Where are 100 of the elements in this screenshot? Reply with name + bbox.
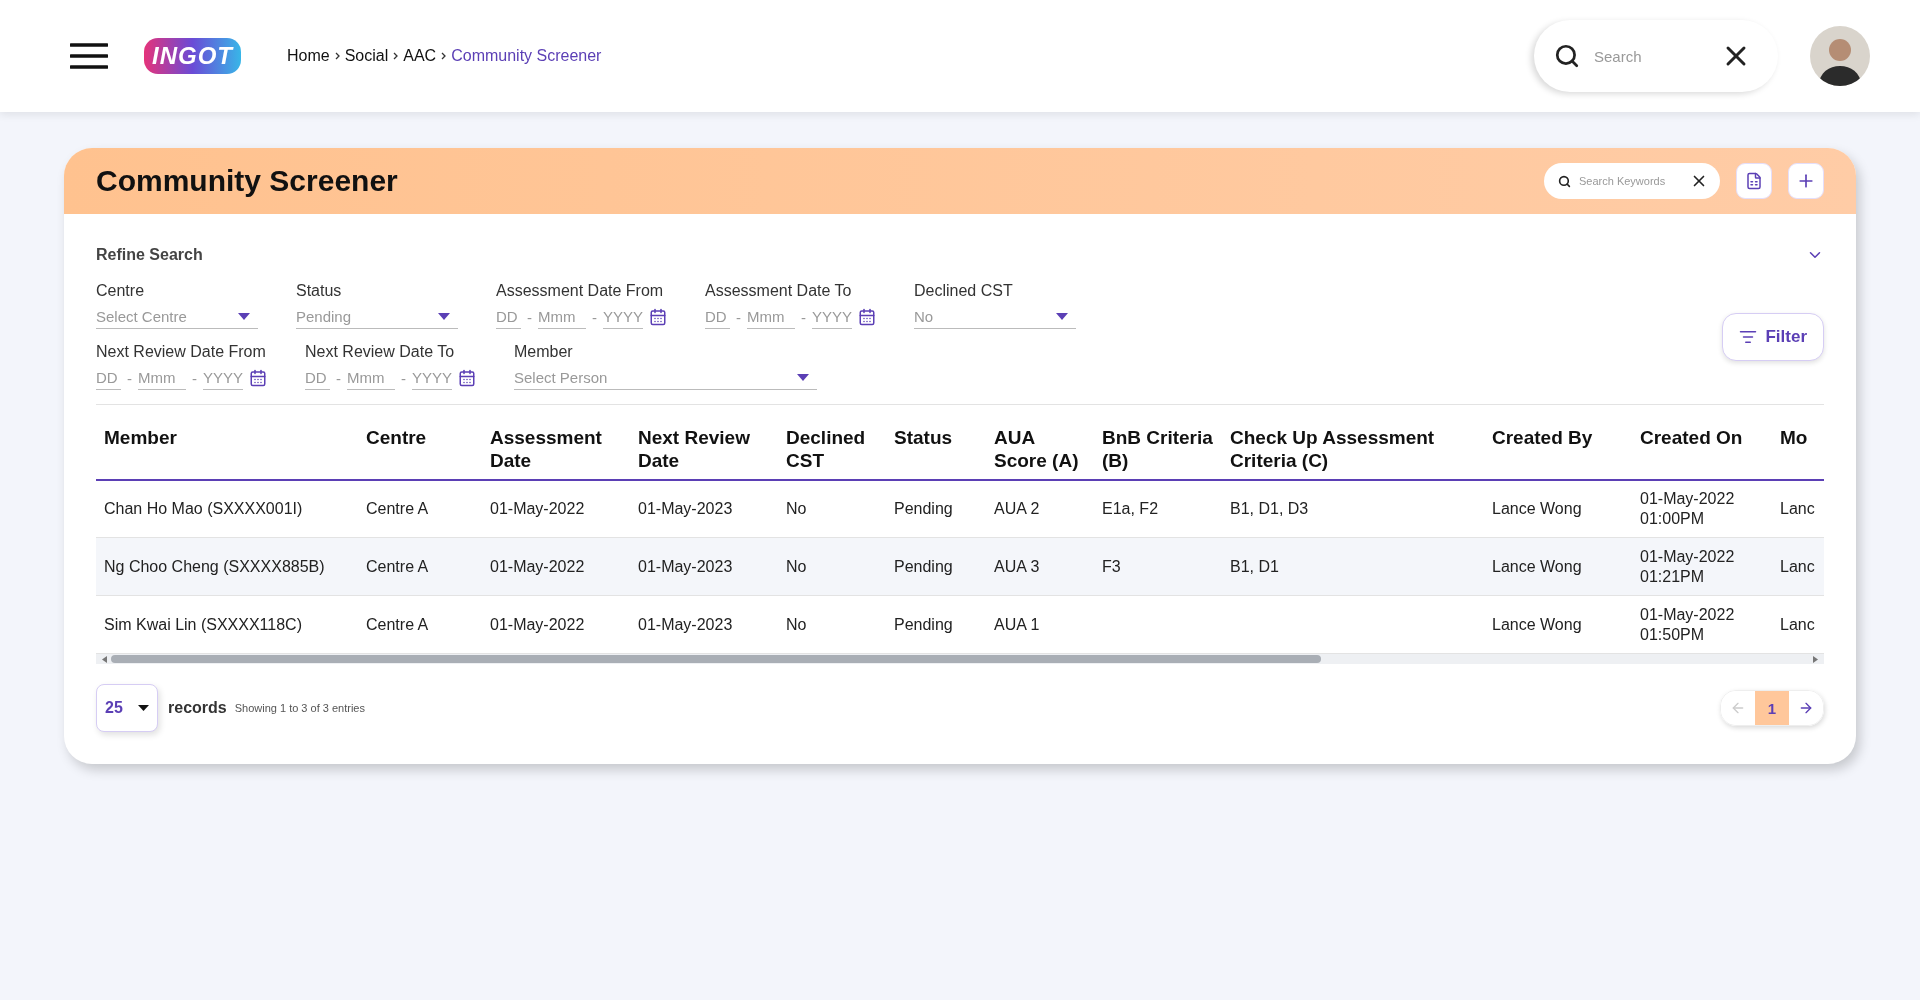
filter-label: Member: [514, 343, 574, 361]
column-header[interactable]: Created On: [1632, 417, 1772, 480]
date-part-field[interactable]: Mmm: [138, 366, 186, 390]
table-cell: Pending: [886, 595, 986, 654]
search-field[interactable]: Search: [1534, 20, 1778, 92]
table-cell: 01-May-2022 01:50PM: [1632, 595, 1772, 654]
spreadsheet-icon: [1745, 172, 1763, 190]
placeholder-text: Search: [1594, 47, 1643, 65]
table-cell: 01-May-2022: [482, 595, 630, 654]
calendar-icon[interactable]: [649, 308, 667, 326]
page-size-select[interactable]: 25: [96, 684, 158, 733]
table-cell: Lance Wong: [1484, 595, 1632, 654]
table-cell: AUA 1: [986, 595, 1094, 654]
date-separator: -: [527, 308, 532, 326]
date-part-field[interactable]: YYYY: [603, 305, 643, 329]
column-header[interactable]: Next Review Date: [630, 417, 778, 480]
table-cell: No: [778, 479, 886, 538]
table-cell: Sim Kwai Lin (SXXXX118C): [96, 595, 358, 654]
page-title: Community Screener: [96, 164, 398, 198]
table-cell: Centre A: [358, 479, 482, 538]
date-part-field[interactable]: YYYY: [412, 366, 452, 390]
date-part-field[interactable]: YYYY: [812, 305, 852, 329]
table-cell: 01-May-2022 01:00PM: [1632, 479, 1772, 538]
scrollbar-thumb[interactable]: [111, 655, 1321, 664]
table-cell: Lance Wong: [1484, 537, 1632, 596]
caret-icon: [138, 705, 149, 712]
table-cell: F3: [1094, 537, 1222, 596]
date-separator: -: [401, 369, 406, 387]
column-header[interactable]: Centre: [358, 417, 482, 480]
breadcrumb-link[interactable]: Home: [287, 47, 330, 65]
column-header[interactable]: Mo: [1772, 417, 1824, 480]
search-icon: [1554, 43, 1580, 69]
filter-label: Status: [296, 282, 343, 300]
scrollbar[interactable]: [96, 654, 1824, 665]
breadcrumb-link[interactable]: Community Screener: [451, 47, 602, 65]
caret-icon: [438, 313, 450, 320]
caret-icon: [1056, 313, 1068, 320]
breadcrumb-link[interactable]: Social: [344, 47, 389, 65]
calendar-icon[interactable]: [858, 308, 876, 326]
column-header[interactable]: Created By: [1484, 417, 1632, 480]
chevron-icon: [334, 52, 340, 60]
table-cell: Ng Choo Cheng (SXXXX885B): [96, 537, 358, 596]
filter-label: Declined CST: [914, 282, 1014, 300]
date-part-field[interactable]: Mmm: [347, 366, 395, 390]
table-cell: Centre A: [358, 595, 482, 654]
table-cell: Lanc: [1772, 479, 1824, 538]
breadcrumb-link[interactable]: AAC: [403, 47, 437, 65]
chevron-icon: [393, 52, 399, 60]
avatar[interactable]: [1810, 26, 1870, 86]
page-button[interactable]: 1: [1755, 691, 1789, 726]
column-header[interactable]: AUA Score (A): [986, 417, 1094, 480]
table-cell: Pending: [886, 479, 986, 538]
table-cell: Pending: [886, 537, 986, 596]
column-header[interactable]: BnB Criteria (B): [1094, 417, 1222, 480]
table-cell: 01-May-2023: [630, 537, 778, 596]
table-cell: Lanc: [1772, 537, 1824, 596]
date-separator: -: [192, 369, 197, 387]
add-button[interactable]: [1788, 163, 1824, 199]
calendar-icon[interactable]: [249, 369, 267, 387]
table-cell: 01-May-2023: [630, 595, 778, 654]
date-separator: -: [336, 369, 341, 387]
column-header[interactable]: Status: [886, 417, 986, 480]
column-header[interactable]: Check Up Assessment Criteria (C): [1222, 417, 1484, 480]
date-part-field[interactable]: Mmm: [747, 305, 795, 329]
date-separator: -: [592, 308, 597, 326]
column-header[interactable]: Member: [96, 417, 358, 480]
table-cell: Lanc: [1772, 595, 1824, 654]
table-cell: AUA 3: [986, 537, 1094, 596]
column-header[interactable]: Assessment Date: [482, 417, 630, 480]
scroll-left-icon[interactable]: [102, 655, 107, 663]
table-cell: B1, D1, D3: [1222, 479, 1484, 538]
select-field[interactable]: Select Person: [514, 366, 817, 390]
export-button[interactable]: [1736, 163, 1772, 199]
date-separator: -: [801, 308, 806, 326]
select-field[interactable]: Select Centre: [96, 305, 258, 329]
date-part-field[interactable]: Mmm: [538, 305, 586, 329]
filter-button[interactable]: Filter: [1722, 313, 1824, 361]
table-cell: 01-May-2022 01:21PM: [1632, 537, 1772, 596]
filter-label: Centre: [96, 282, 146, 300]
date-separator: -: [736, 308, 741, 326]
table-cell: AUA 2: [986, 479, 1094, 538]
table-cell: No: [778, 537, 886, 596]
filter-label: Assessment Date To: [705, 282, 853, 300]
calendar-icon[interactable]: [458, 369, 476, 387]
table-cell: 01-May-2022: [482, 537, 630, 596]
scroll-right-icon[interactable]: [1813, 655, 1818, 663]
keyword-search-field[interactable]: Search Keywords: [1544, 163, 1720, 199]
next-page-button[interactable]: [1789, 691, 1823, 726]
filter-label: Assessment Date From: [496, 282, 665, 300]
date-part-field[interactable]: YYYY: [203, 366, 243, 390]
section-title: Refine Search: [96, 246, 203, 264]
table-cell: Centre A: [358, 537, 482, 596]
select-field[interactable]: No: [914, 305, 1076, 329]
table-cell: 01-May-2023: [630, 479, 778, 538]
caret-icon: [238, 313, 250, 320]
filter-label: Next Review Date To: [305, 343, 456, 361]
menu-button[interactable]: [70, 43, 108, 69]
table-cell: Chan Ho Mao (SXXXX001I): [96, 479, 358, 538]
table-cell: 01-May-2022: [482, 479, 630, 538]
column-header[interactable]: Declined CST: [778, 417, 886, 480]
